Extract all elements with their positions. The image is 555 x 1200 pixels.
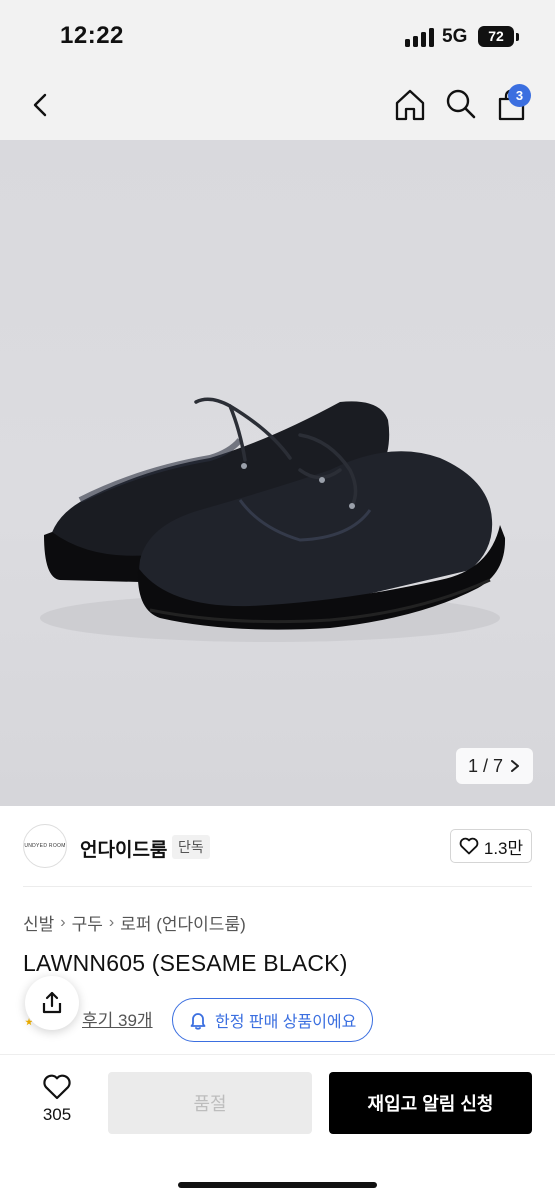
product-title: LAWNN605 (SESAME BLACK) (23, 950, 348, 976)
network-type: 5G (442, 26, 468, 47)
share-icon (42, 991, 62, 1014)
chevron-right-icon (511, 760, 519, 772)
exclusive-badge: 단독 (172, 835, 210, 859)
review-count-link[interactable]: 후기 39개 (82, 1006, 153, 1031)
home-button[interactable] (391, 86, 429, 124)
brand-logo[interactable]: UNDYED ROOM (23, 824, 67, 868)
shoe-photo (40, 397, 506, 642)
image-counter-text: 1 / 7 (467, 755, 503, 776)
chevron-left-icon (33, 93, 47, 117)
chevron-right-icon: › (60, 913, 66, 931)
battery-icon: 72 (478, 26, 514, 47)
divider (23, 886, 532, 887)
limited-sale-text: 한정 판매 상품이에요 (215, 1014, 357, 1031)
breadcrumb: 신발 › 구두 › 로퍼 (언다이드룸) (23, 910, 246, 935)
restock-alert-button[interactable]: 재입고 알림 신청 (329, 1072, 532, 1134)
heart-icon (43, 1074, 71, 1100)
breadcrumb-item-shoes[interactable]: 신발 (23, 910, 54, 935)
nav-bar (0, 72, 555, 140)
sold-out-button: 품절 (108, 1072, 312, 1134)
cart-count-badge: 3 (508, 84, 531, 107)
status-time: 12:22 (60, 22, 124, 49)
bell-icon (190, 1013, 206, 1030)
search-icon (446, 89, 476, 119)
status-bar: 12:22 5G 72 (0, 0, 555, 72)
back-button[interactable] (24, 88, 58, 122)
product-image[interactable]: 1 / 7 (0, 140, 555, 806)
brand-logo-text: UNDYED ROOM (24, 843, 66, 849)
cellular-signal-icon (405, 27, 437, 47)
wishlist-button[interactable]: 305 (33, 1073, 81, 1133)
heart-icon (459, 837, 479, 855)
search-button[interactable] (443, 86, 479, 122)
limited-sale-notice[interactable]: 한정 판매 상품이에요 (172, 998, 374, 1042)
brand-like-count: 1.3만 (483, 838, 524, 858)
brand-like-button[interactable]: 1.3만 (450, 829, 532, 863)
chevron-right-icon: › (108, 913, 115, 931)
home-indicator (178, 1182, 377, 1188)
share-button[interactable] (25, 976, 79, 1030)
image-page-indicator[interactable]: 1 / 7 (455, 748, 533, 784)
brand-name[interactable]: 언다이드룸 (80, 835, 167, 862)
wishlist-count: 305 (42, 1105, 72, 1124)
home-icon (395, 89, 425, 121)
battery-tip (516, 33, 519, 41)
breadcrumb-item-loafer[interactable]: 로퍼 (언다이드룸) (120, 910, 246, 935)
breadcrumb-item-dress-shoes[interactable]: 구두 (72, 910, 103, 935)
